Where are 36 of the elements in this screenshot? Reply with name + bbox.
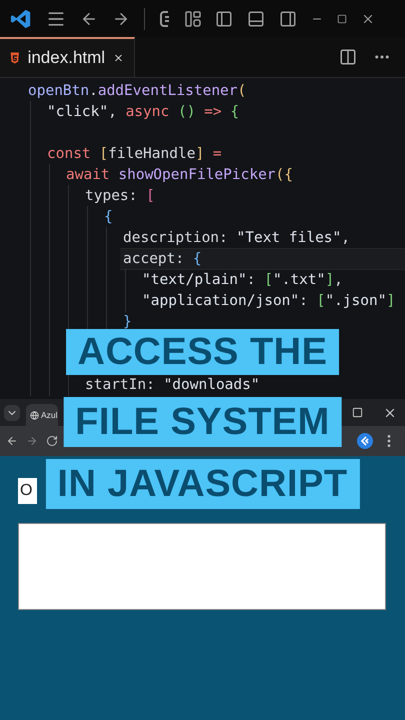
tab-label: index.html [28,48,106,68]
code-line: startIn: "downloads" [85,377,260,393]
caption-banner: FILE SYSTEM [63,397,342,447]
split-editor-icon[interactable] [339,48,357,66]
extension-icon[interactable] [357,433,373,449]
code-line: const [fileHandle] = [47,146,222,162]
maximize-icon[interactable] [337,14,347,24]
code-line: } [123,314,132,330]
caption-banner: IN JAVASCRIPT [45,459,360,509]
secondary-sidebar-icon[interactable] [279,10,297,28]
tab-search-button[interactable] [4,404,20,420]
code-line: description: "Text files", [123,230,350,246]
globe-icon [30,410,39,420]
reload-icon[interactable] [46,435,58,447]
app-logo-icon [10,8,32,30]
browser-tab[interactable]: Azul [26,404,58,426]
code-line: "click", async () => { [47,104,240,120]
text-area[interactable] [18,523,386,610]
code-line: types: [ [85,188,155,204]
open-button[interactable]: O [18,478,37,504]
caption-banner: ACCESS THE [66,329,340,375]
assistant-icon[interactable] [159,10,171,28]
code-line: await showOpenFilePicker({ [66,167,293,183]
code-line: openBtn.addEventListener( [28,83,246,99]
back-arrow-icon[interactable] [6,435,18,447]
sidebar-toggle-icon[interactable] [215,10,233,28]
code-line: "application/json": [".json"] [142,293,396,309]
code-line: accept: { [123,251,202,267]
maximize-icon[interactable] [352,407,363,418]
html-file-icon [10,50,20,66]
editor-tab[interactable]: index.html [0,37,135,77]
code-line: "text/plain": [".txt"], [142,272,343,288]
tab-title: Azul [41,410,58,420]
code-line: { [104,209,113,225]
layout-icon[interactable] [185,10,201,26]
panel-toggle-icon[interactable] [247,10,265,28]
